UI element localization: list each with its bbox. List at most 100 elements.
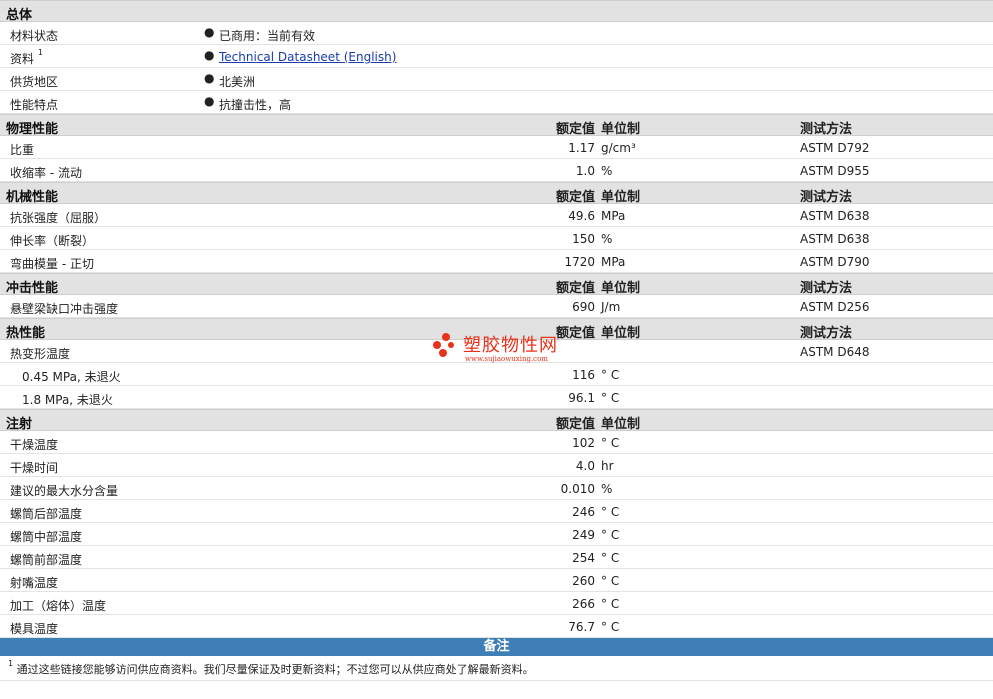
- notes-header: 备注: [0, 638, 993, 656]
- column-header-unit: 单位制: [601, 326, 641, 341]
- column-header-unit: 单位制: [601, 281, 641, 296]
- property-method: ASTM D648: [800, 345, 870, 359]
- property-label: 螺筒前部温度: [10, 553, 83, 567]
- property-label: 干燥时间: [10, 461, 59, 475]
- watermark-name: 塑胶物性网: [463, 335, 558, 356]
- property-value: 690: [572, 300, 595, 314]
- notes-row: 1 通过这些链接您能够访问供应商资料。我们尽量保证及时更新资料；不过您可以从供应…: [0, 656, 993, 681]
- property-row: 螺筒前部温度 254 ° C: [0, 546, 993, 569]
- property-row: 建议的最大水分含量 0.010%: [0, 477, 993, 500]
- property-row: 收缩率 - 流动 1.0% ASTM D955: [0, 159, 993, 182]
- general-row: 供货地区 ● 北美洲: [0, 68, 993, 91]
- general-row: 性能特点 ● 抗撞击性，高: [0, 91, 993, 114]
- property-row: 螺筒后部温度 246 ° C: [0, 500, 993, 523]
- property-value: 260: [572, 574, 595, 588]
- logo-dots-icon: [433, 333, 459, 359]
- general-value: 抗撞击性，高: [219, 98, 292, 112]
- property-sections: 物理性能 额定值 单位制 测试方法 比重 1.17 g/cm³ ASTM D792 收缩率 - …: [0, 114, 993, 638]
- property-unit: ° C: [601, 597, 620, 611]
- property-method: ASTM D955: [800, 164, 870, 178]
- property-row: 抗张强度（屈服） 49.6 MPa ASTM D638: [0, 204, 993, 227]
- column-header-method: 测试方法: [800, 281, 853, 296]
- property-unit: hr: [601, 459, 614, 473]
- section-title: 热性能: [6, 326, 46, 341]
- section-header: 机械性能 额定值 单位制 测试方法: [0, 182, 993, 205]
- property-row: 弯曲模量 - 正切 1720 MPa ASTM D790: [0, 250, 993, 273]
- property-unit: %: [601, 482, 613, 496]
- property-value: 0.010: [560, 482, 595, 496]
- property-unit: ° C: [601, 574, 620, 588]
- notes-body: 通过这些链接您能够访问供应商资料。我们尽量保证及时更新资料；不过您可以从供应商处…: [16, 663, 534, 676]
- property-unit: ° C: [601, 551, 620, 565]
- section-title: 注射: [6, 417, 33, 432]
- property-unit: g/cm³: [601, 141, 636, 155]
- property-label: 悬壁梁缺口冲击强度: [10, 302, 119, 316]
- column-header-method: 测试方法: [800, 190, 853, 205]
- bullet-icon: ●: [204, 25, 215, 39]
- property-value: 1720: [564, 255, 595, 269]
- property-label: 0.45 MPa, 未退火: [22, 370, 121, 384]
- property-unit: ° C: [601, 436, 620, 450]
- property-value: 96.1: [568, 391, 595, 405]
- property-value: 246: [572, 505, 595, 519]
- general-row: 材料状态 ● 已商用：当前有效: [0, 22, 993, 45]
- property-label: 螺筒后部温度: [10, 507, 83, 521]
- property-unit: MPa: [601, 255, 626, 269]
- general-label: 性能特点: [10, 96, 58, 113]
- property-value: 4.0: [575, 459, 595, 473]
- property-row: 螺筒中部温度 249 ° C: [0, 523, 993, 546]
- general-value: 北美洲: [219, 75, 256, 89]
- notes-text: 1 通过这些链接您能够访问供应商资料。我们尽量保证及时更新资料；不过您可以从供应…: [8, 659, 534, 677]
- general-label-text: 性能特点: [10, 98, 59, 112]
- general-label-text: 资料: [10, 52, 35, 66]
- column-header-unit: 单位制: [601, 122, 641, 137]
- general-label-text: 供货地区: [10, 75, 59, 89]
- section-title: 冲击性能: [6, 281, 59, 296]
- column-header-nominal: 额定值: [555, 417, 595, 432]
- property-value: 102: [572, 436, 595, 450]
- property-label: 伸长率（断裂）: [10, 234, 95, 248]
- property-value: 150: [572, 232, 595, 246]
- section-title: 物理性能: [6, 122, 59, 137]
- column-header-nominal: 额定值: [555, 281, 595, 296]
- general-row: 资料 1 ● Technical Datasheet (English): [0, 45, 993, 68]
- general-value: Technical Datasheet (English): [219, 50, 396, 64]
- property-unit: MPa: [601, 209, 626, 223]
- property-row: 加工（熔体）温度 266 ° C: [0, 592, 993, 615]
- property-unit: ° C: [601, 528, 620, 542]
- property-unit: ° C: [601, 505, 620, 519]
- property-value: 249: [572, 528, 595, 542]
- property-unit: ° C: [601, 368, 620, 382]
- property-label: 弯曲模量 - 正切: [10, 257, 94, 271]
- column-header-nominal: 额定值: [555, 190, 595, 205]
- footnote-marker: 1: [8, 659, 14, 668]
- property-label: 1.8 MPa, 未退火: [22, 393, 113, 407]
- property-value: 254: [572, 551, 595, 565]
- section-title: 总体: [6, 8, 33, 23]
- property-value: 266: [572, 597, 595, 611]
- property-row: 射嘴温度 260 ° C: [0, 569, 993, 592]
- section-header: 物理性能 额定值 单位制 测试方法: [0, 114, 993, 137]
- general-label: 资料 1: [10, 48, 43, 67]
- general-rows: 材料状态 ● 已商用：当前有效 资料 1 ● Technical Datasheet (E…: [0, 22, 993, 114]
- property-row: 1.8 MPa, 未退火 96.1 ° C: [0, 386, 993, 409]
- property-value: 76.7: [568, 620, 595, 634]
- property-label: 干燥温度: [10, 438, 59, 452]
- property-unit: %: [601, 232, 613, 246]
- general-label: 供货地区: [10, 73, 58, 90]
- watermark-logo: 塑胶物性网 www.sujiaowuxing.com: [433, 331, 573, 371]
- column-header-method: 测试方法: [800, 326, 853, 341]
- property-unit: ° C: [601, 391, 620, 405]
- property-label: 建议的最大水分含量: [10, 484, 119, 498]
- datasheet-link[interactable]: Technical Datasheet (English): [219, 50, 396, 64]
- section-header: 冲击性能 额定值 单位制 测试方法: [0, 273, 993, 296]
- bullet-icon: ●: [204, 71, 215, 85]
- property-label: 收缩率 - 流动: [10, 166, 82, 180]
- footnote-marker: 1: [37, 48, 43, 57]
- bullet-icon: ●: [204, 94, 215, 108]
- property-value: 49.6: [568, 209, 595, 223]
- property-label: 射嘴温度: [10, 576, 59, 590]
- property-row: 干燥时间 4.0 hr: [0, 454, 993, 477]
- section-title: 机械性能: [6, 190, 59, 205]
- property-method: ASTM D638: [800, 209, 870, 223]
